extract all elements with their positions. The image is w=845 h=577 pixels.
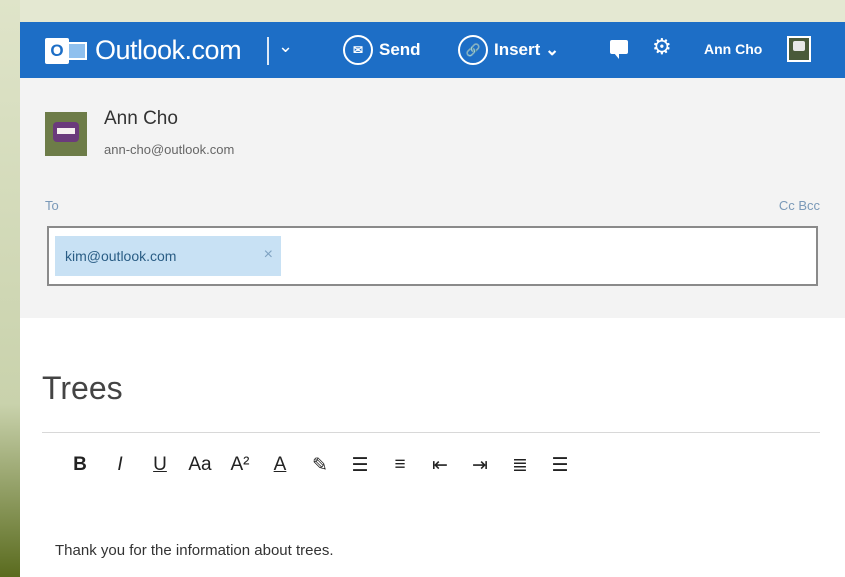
top-bar: O Outlook.com ⌄ ✉ Send 🔗 Insert ⌄ ⚙ Ann … [20,22,845,78]
send-label: Send [379,40,421,59]
message-body[interactable]: Thank you for the information about tree… [55,542,334,559]
user-avatar-icon[interactable] [787,36,811,62]
message-header: Ann Cho ann-cho@outlook.com To Cc Bcc ki… [20,78,845,318]
insert-button[interactable]: 🔗 Insert ⌄ [458,32,559,68]
italic-button[interactable]: I [100,454,140,476]
remove-recipient-icon[interactable]: × [264,246,273,264]
user-name[interactable]: Ann Cho [704,41,762,57]
paperclip-icon: 🔗 [458,35,488,65]
to-input[interactable]: kim@outlook.com × [47,226,818,286]
outlook-logo-icon[interactable]: O [45,38,89,64]
font-size-button[interactable]: Aa [180,454,220,476]
chevron-down-icon[interactable]: ⌄ [278,36,293,57]
subject-divider [42,432,820,433]
to-label: To [45,198,59,213]
superscript-button[interactable]: A² [220,454,260,476]
logo-letter: O [45,38,69,64]
sender-name: Ann Cho [104,108,178,129]
avatar-eyes [57,128,75,134]
backdrop-top [0,0,845,22]
recipient-chip[interactable]: kim@outlook.com × [55,236,281,276]
recipient-email: kim@outlook.com [65,248,177,264]
compose-window: O Outlook.com ⌄ ✉ Send 🔗 Insert ⌄ ⚙ Ann … [20,22,845,577]
format-toolbar: B I U Aa A² A ✎ ☰ ≡ ⇤ ⇥ ≣ ☰ [60,450,580,480]
insert-label: Insert ⌄ [494,40,560,59]
decrease-indent-icon[interactable]: ⇤ [420,454,460,477]
underline-button[interactable]: U [140,454,180,476]
cc-bcc-link[interactable]: Cc Bcc [779,198,820,213]
increase-indent-icon[interactable]: ⇥ [460,454,500,477]
brand-name[interactable]: Outlook.com [95,35,242,66]
align-left-icon[interactable]: ≣ [500,454,540,477]
gear-icon[interactable]: ⚙ [652,34,672,60]
backdrop-left [0,0,20,577]
align-center-icon[interactable]: ☰ [540,454,580,477]
font-color-button[interactable]: A [260,454,300,476]
highlight-icon[interactable]: ✎ [300,454,340,477]
bold-button[interactable]: B [60,454,100,476]
bullet-list-icon[interactable]: ≡ [380,454,420,476]
subject-field[interactable]: Trees [42,370,123,407]
numbered-list-icon[interactable]: ☰ [340,454,380,477]
sender-avatar [45,112,87,156]
send-icon: ✉ [343,35,373,65]
chat-icon[interactable] [610,40,628,59]
divider [267,37,269,65]
sender-email: ann-cho@outlook.com [104,142,235,157]
send-button[interactable]: ✉ Send [343,32,421,68]
